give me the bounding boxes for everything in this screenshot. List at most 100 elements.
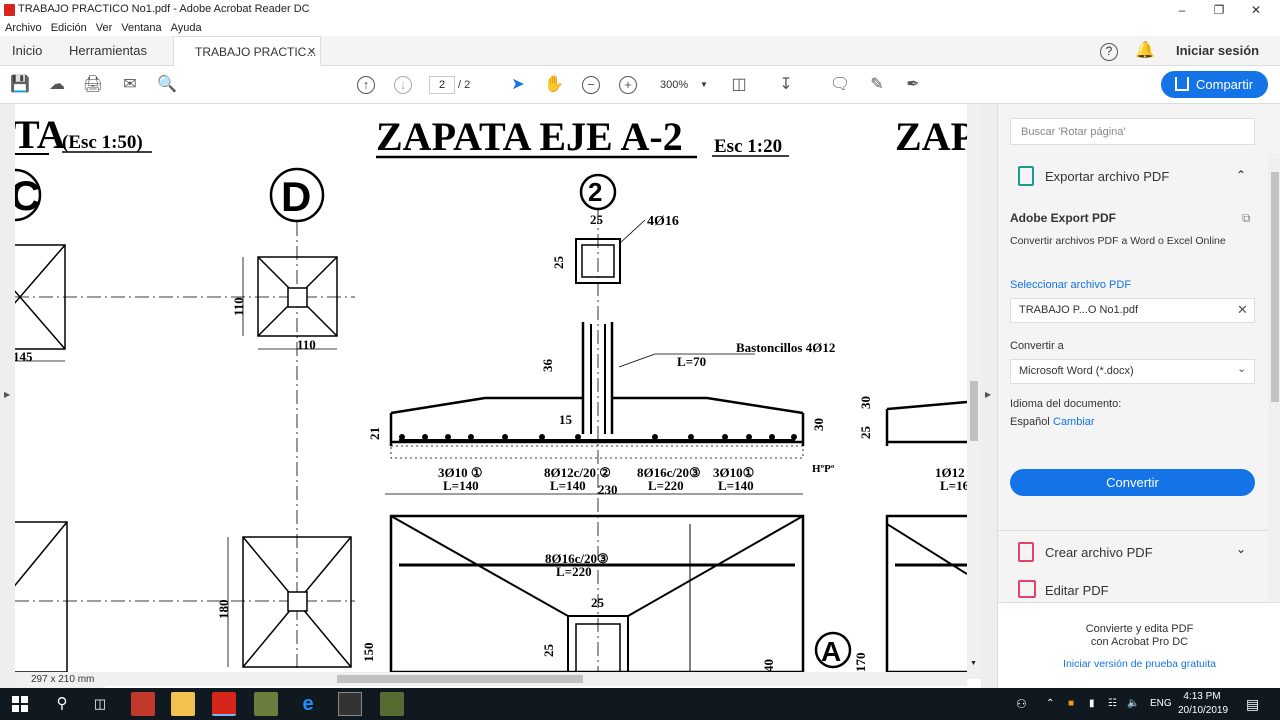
chevron-down-icon: ▼ (700, 80, 708, 89)
signin-link[interactable]: Iniciar sesión (1176, 36, 1259, 66)
battery-icon[interactable]: ▮ (1089, 688, 1095, 720)
doc-language-value: Español (1010, 416, 1050, 428)
tab-inicio[interactable]: Inicio (12, 36, 42, 66)
bastoncillos-label: Bastoncillos 4Ø12 (736, 340, 835, 355)
change-language-link[interactable]: Cambiar (1053, 416, 1095, 428)
promo-footer: Convierte y edita PDF con Acrobat Pro DC… (998, 602, 1280, 688)
wifi-icon[interactable]: ☷ (1108, 688, 1117, 720)
create-pdf-tool[interactable]: Crear archivo PDF ⌄ (998, 542, 1268, 566)
comment-icon[interactable]: 🗨 (829, 74, 851, 96)
edit-pdf-icon (1018, 580, 1036, 598)
tab-document[interactable]: TRABAJO PRACTIC... ✕ (173, 36, 321, 66)
menu-edicion[interactable]: Edición (51, 20, 87, 36)
acrobat-taskbar-icon[interactable] (212, 692, 236, 716)
tray-app-icon[interactable]: ■ (1068, 688, 1074, 720)
search-icon[interactable]: ⚲ (50, 692, 74, 716)
zoom-value: 300% (660, 79, 689, 91)
people-icon[interactable]: ⚇ (1016, 688, 1027, 720)
minimize-button[interactable]: – (1164, 0, 1200, 20)
app-icon-1[interactable] (254, 692, 278, 716)
cloud-upload-icon[interactable]: ☁ (46, 74, 68, 96)
l70-label: L=70 (677, 354, 706, 369)
save-icon[interactable]: 💾 (9, 74, 31, 96)
help-icon[interactable]: ? (1100, 36, 1118, 66)
title-left: TA (15, 112, 66, 157)
app-icon-2[interactable] (380, 692, 404, 716)
autocad-icon[interactable] (131, 692, 155, 716)
horizontal-scroll-thumb[interactable] (337, 675, 583, 683)
chevron-down-icon[interactable]: ⌄ (1236, 542, 1246, 556)
dim-25-lo: 25 (541, 644, 556, 658)
dim-30: 30 (811, 418, 826, 431)
print-icon[interactable]: 🖨 (82, 74, 104, 96)
selected-file-name: TRABAJO P...O No1.pdf (1019, 304, 1139, 316)
share-label: Compartir (1196, 77, 1254, 92)
edit-pdf-tool[interactable]: Editar PDF (998, 580, 1268, 604)
collapse-right-icon[interactable]: ▶ (985, 390, 991, 399)
zoom-in-icon[interactable]: + (619, 76, 637, 94)
page-down-icon[interactable]: ↓ (394, 76, 412, 94)
document-viewer[interactable]: ▶ TA (Esc 1:50) ZAPATA EJE A-2 Esc 1:20 … (0, 104, 997, 688)
tools-pane-scroll-thumb[interactable] (1271, 172, 1279, 402)
tools-search-input[interactable]: Buscar 'Rotar página' (1010, 118, 1255, 145)
selected-file-field[interactable]: TRABAJO P...O No1.pdf ✕ (1010, 298, 1255, 323)
notifications-icon[interactable]: ▤ (1246, 688, 1259, 720)
windows-start-icon[interactable] (12, 696, 28, 712)
rebar-2-length: L=140 (550, 478, 586, 493)
hand-tool-icon[interactable]: ✋ (543, 74, 565, 96)
select-cursor-icon[interactable]: ➤ (507, 74, 529, 96)
page-up-icon[interactable]: ↑ (357, 76, 375, 94)
horizontal-scrollbar[interactable] (15, 672, 967, 686)
trial-link[interactable]: Iniciar versión de prueba gratuita (998, 658, 1280, 670)
dim-25-right: 25 (858, 426, 873, 440)
convert-to-select[interactable]: Microsoft Word (*.docx) ⌄ (1010, 359, 1255, 384)
page-size-label: 297 x 210 mm (15, 674, 105, 688)
language-indicator[interactable]: ENG (1150, 688, 1172, 720)
edge-icon[interactable]: e (296, 692, 320, 716)
share-button[interactable]: Compartir (1161, 71, 1268, 98)
file-explorer-icon[interactable] (171, 692, 195, 716)
copy-icon[interactable]: ⧉ (1242, 211, 1251, 226)
right-pane-toggle[interactable]: ▶ (981, 104, 997, 688)
close-tab-icon[interactable]: ✕ (307, 37, 316, 67)
mail-icon[interactable]: ✉ (119, 74, 141, 96)
vertical-scroll-thumb[interactable] (970, 381, 978, 441)
scroll-down-icon[interactable]: ▼ (970, 660, 977, 667)
export-pdf-header[interactable]: Exportar archivo PDF ⌃ (998, 166, 1268, 190)
menu-ayuda[interactable]: Ayuda (171, 20, 202, 36)
expand-left-icon[interactable]: ▶ (4, 390, 10, 399)
clock[interactable]: 4:13 PM 20/10/2019 (1178, 690, 1228, 718)
menu-bar: Archivo Edición Ver Ventana Ayuda (0, 20, 1280, 36)
divider (998, 530, 1268, 531)
menu-ventana[interactable]: Ventana (121, 20, 161, 36)
vertical-scrollbar[interactable]: ▼ (967, 104, 981, 679)
sign-icon[interactable]: ✒ (902, 74, 924, 96)
calculator-icon[interactable] (338, 692, 362, 716)
task-view-icon[interactable]: ◫ (88, 692, 112, 716)
close-window-button[interactable]: ✕ (1238, 0, 1274, 20)
show-hidden-icons[interactable]: ⌃ (1046, 688, 1054, 720)
convert-button[interactable]: Convertir (1010, 469, 1255, 496)
menu-archivo[interactable]: Archivo (5, 20, 42, 36)
page-fit-icon[interactable]: ◫ (728, 74, 750, 96)
tools-pane-scrollbar[interactable] (1268, 154, 1280, 604)
menu-ver[interactable]: Ver (96, 20, 113, 36)
volume-icon[interactable]: 🔈 (1127, 688, 1139, 720)
clear-file-icon[interactable]: ✕ (1237, 302, 1248, 318)
dim-170: 170 (853, 653, 868, 673)
bell-icon[interactable]: 🔔 (1135, 36, 1155, 66)
page-number-input[interactable]: 2 (429, 76, 455, 94)
chevron-up-icon[interactable]: ⌃ (1236, 168, 1246, 182)
tab-herramientas[interactable]: Herramientas (69, 36, 147, 66)
dim-25-side: 25 (551, 256, 566, 270)
maximize-button[interactable]: ❐ (1201, 0, 1237, 20)
dim-40: 40 (761, 659, 776, 672)
title-left-scale: (Esc 1:50) (62, 132, 143, 153)
left-nav-gutter[interactable]: ▶ (0, 104, 15, 688)
promo-line-2: con Acrobat Pro DC (1090, 636, 1189, 648)
search-icon[interactable]: 🔍 (156, 74, 178, 96)
zoom-select[interactable]: 300% ▼ (650, 76, 712, 94)
scroll-mode-icon[interactable]: ↧ (775, 74, 797, 96)
zoom-out-icon[interactable]: − (582, 76, 600, 94)
highlight-pen-icon[interactable]: ✎ (866, 74, 888, 96)
